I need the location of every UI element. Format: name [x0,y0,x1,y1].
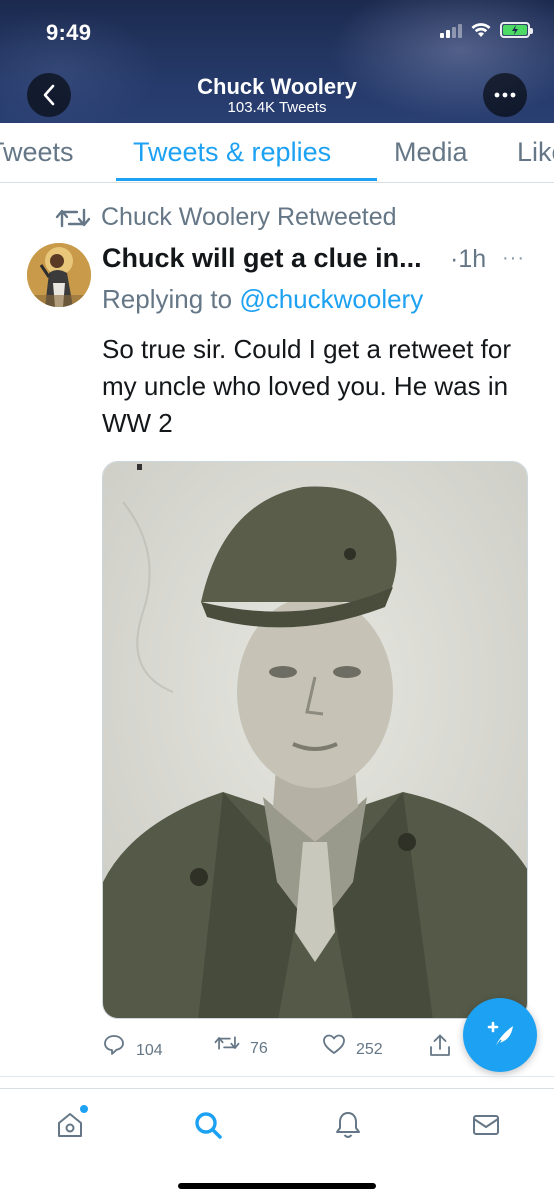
messages-envelope-icon [473,1115,499,1135]
more-horizontal-icon [494,92,516,98]
home-icon [58,1113,82,1137]
heart-icon [323,1034,345,1054]
tab-tweets-and-replies[interactable]: Tweets & replies [133,137,331,168]
battery-icon [500,22,533,38]
profile-tabs: Tweets Tweets & replies Media Likes [0,123,554,183]
more-options-button[interactable] [483,73,527,117]
like-action[interactable]: 252 [322,1033,383,1058]
cellular-signal-icon [440,22,462,38]
status-icons [440,22,533,38]
compose-feather-icon [487,1021,513,1049]
wifi-icon [470,22,492,38]
tab-media[interactable]: Media [394,137,468,168]
nav-messages[interactable] [468,1107,504,1143]
reply-action[interactable]: 104 [102,1033,163,1059]
new-content-dot [80,1105,88,1113]
retweet-icon [214,1036,240,1050]
tweet-author-name[interactable]: Chuck will get a clue in... [102,243,422,274]
tweet-text: So true sir. Could I get a retweet for m… [102,334,511,438]
retweet-context: Chuck Woolery Retweeted [55,203,397,232]
retweeted-by-label[interactable]: Chuck Woolery Retweeted [101,203,397,232]
tweet-count: 103.4K Tweets [227,99,327,116]
retweet-action[interactable]: 76 [214,1033,268,1057]
avatar[interactable] [27,243,91,307]
tweet-header: Chuck will get a clue in... ·1h ··· [102,243,532,277]
profile-header-banner: 9:49 Chuck Woolery 103.4K Tweets [0,0,554,123]
replying-to-label: Replying to [102,284,233,314]
tweet-photo[interactable] [102,461,528,1019]
tweet-divider [0,1076,554,1077]
tweet-more-icon[interactable]: ··· [502,247,525,270]
like-count: 252 [356,1041,383,1058]
nav-home[interactable] [52,1105,88,1143]
bottom-tab-bar [0,1088,554,1158]
reply-count: 104 [136,1042,163,1059]
share-action[interactable] [428,1033,452,1059]
active-tab-indicator [116,178,377,181]
status-time: 9:49 [46,20,92,45]
tab-tweets[interactable]: Tweets [0,137,74,168]
tweet-timestamp: ·1h [450,245,487,273]
retweet-count: 76 [250,1040,268,1057]
nav-search[interactable] [190,1107,226,1143]
notifications-bell-icon [336,1112,360,1138]
share-icon [430,1034,450,1056]
home-indicator[interactable] [178,1183,376,1189]
nav-notifications[interactable] [330,1107,366,1143]
reply-icon [104,1035,124,1055]
profile-name-title: Chuck Woolery [197,74,357,99]
tab-likes[interactable]: Likes [517,137,554,168]
search-icon [195,1112,222,1139]
replying-to-handle[interactable]: @chuckwoolery [239,284,423,314]
tweet-actions: 104 76 252 [102,1033,452,1063]
replying-to: Replying to @chuckwoolery [102,284,423,315]
retweet-icon [55,208,91,227]
compose-tweet-button[interactable] [463,998,537,1072]
